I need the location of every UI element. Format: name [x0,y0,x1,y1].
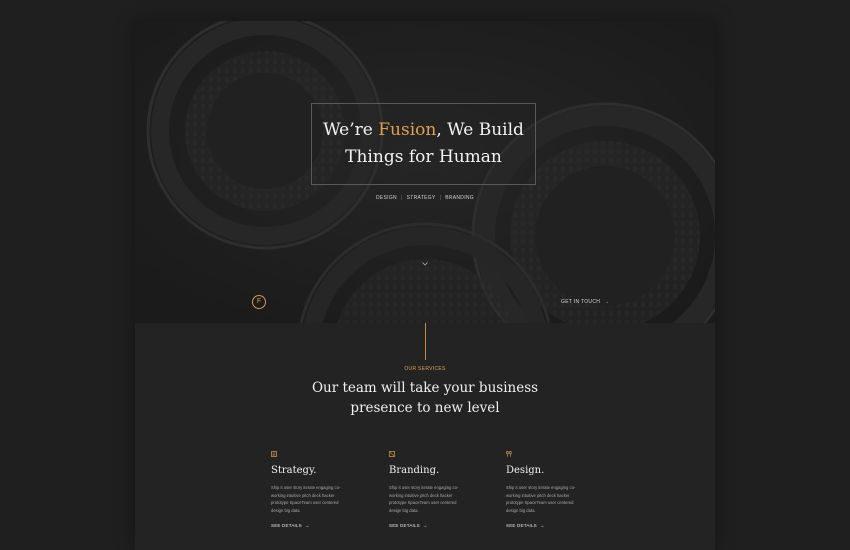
logo[interactable]: F [252,295,266,309]
pen-square-icon [389,451,395,457]
brand-name-accent: Fusion [378,120,437,140]
document-icon [271,451,277,457]
services-title-line-2: presence to new level [350,400,500,416]
tag-strategy[interactable]: STRATEGY [407,195,436,201]
arrow-right-icon: → [304,523,310,528]
get-in-touch-link[interactable]: GET IN TOUCH → [561,299,609,305]
service-name: Design. [506,465,545,476]
hero-title-line-2: Things for Human [345,147,502,167]
tag-design[interactable]: DESIGN [376,195,397,201]
service-description: Ship it user story iterate engaging co-w… [389,485,459,513]
tag-branding[interactable]: BRANDING [445,195,474,201]
service-name: Strategy. [271,465,317,476]
services-title-line-1: Our team will take your business [311,380,539,396]
section-divider-line [425,323,426,360]
see-details-link[interactable]: SEE DETAILS → [389,523,428,528]
service-description: Ship it user story iterate engaging co-w… [271,485,341,513]
hero-title-line-1: We’re Fusion, We Build [323,120,524,140]
arrow-right-icon: → [604,299,610,305]
service-description: Ship it user story iterate engaging co-w… [506,485,576,513]
arrow-right-icon: → [422,523,428,528]
chevron-down-icon[interactable] [422,262,428,268]
landing-page: We’re Fusion, We Build Things for Human … [135,21,715,550]
hero-title-frame: We’re Fusion, We Build Things for Human [311,103,536,185]
hero-section: We’re Fusion, We Build Things for Human … [135,21,715,323]
see-details-link[interactable]: SEE DETAILS → [271,523,310,528]
see-details-link[interactable]: SEE DETAILS → [506,523,545,528]
service-name: Branding. [389,465,440,476]
design-tools-icon [506,451,512,457]
services-eyebrow: OUR SERVICES [404,366,446,372]
arrow-right-icon: → [539,523,545,528]
hero-tags: DESIGN | STRATEGY | BRANDING [376,195,474,201]
